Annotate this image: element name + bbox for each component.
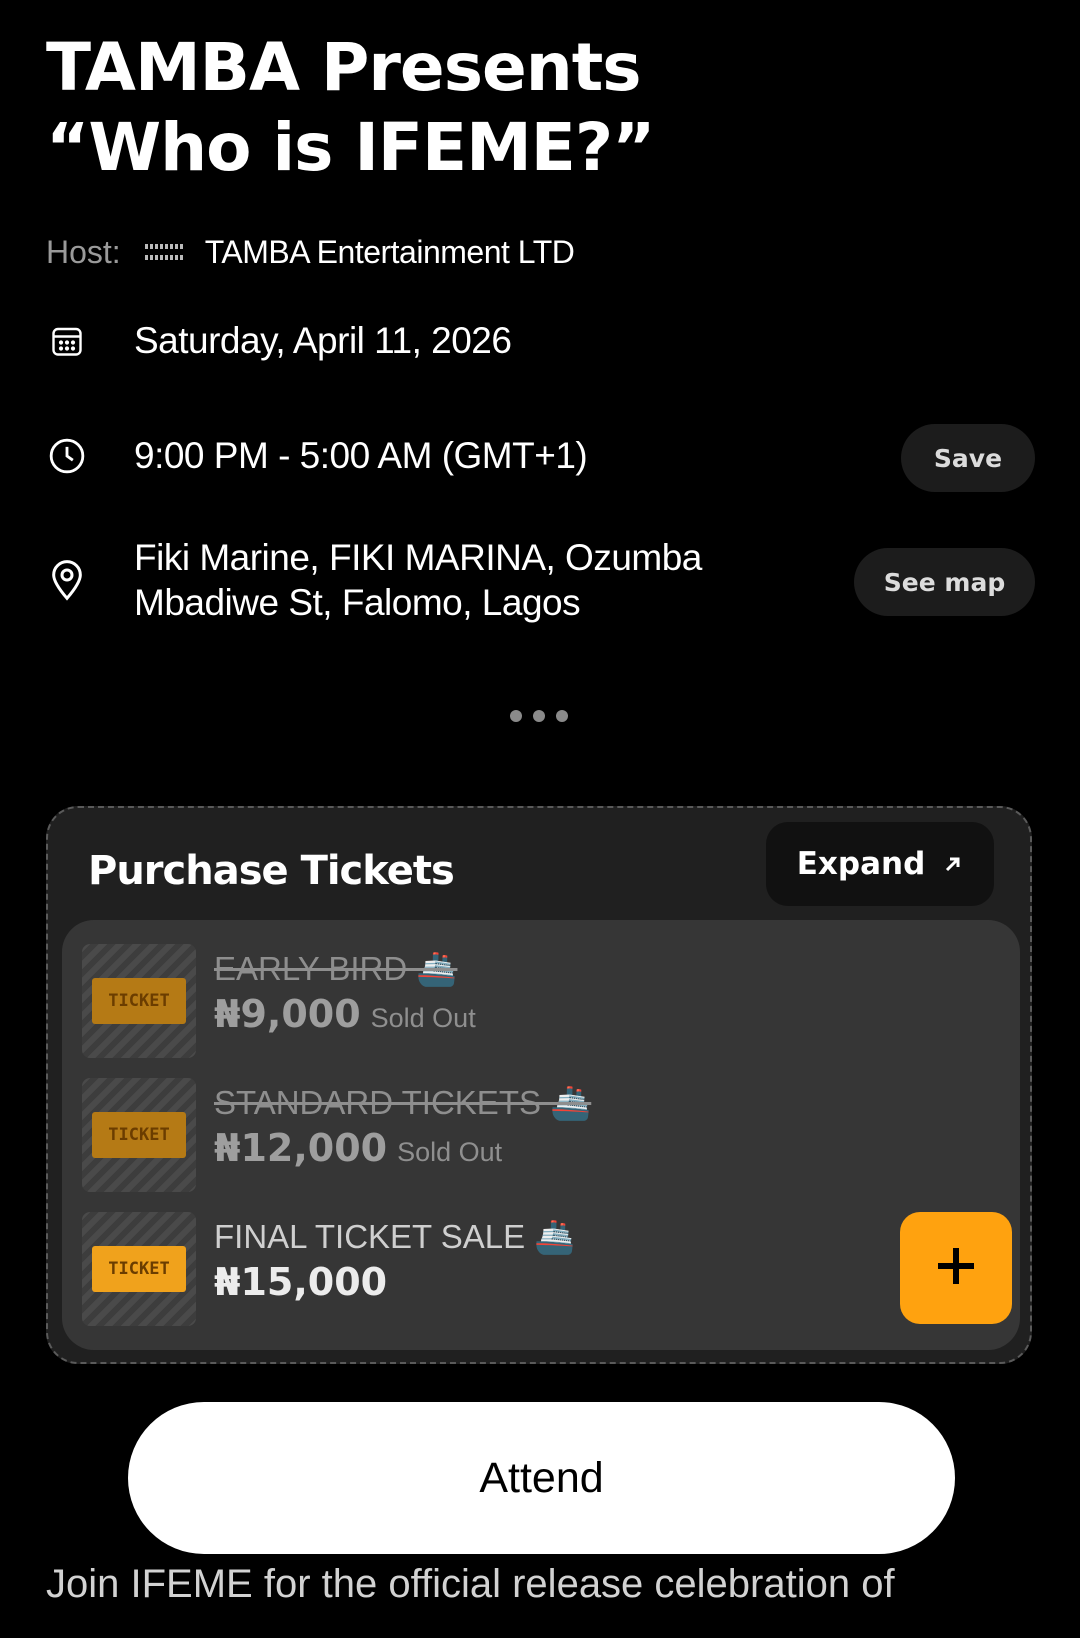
location-row: Fiki Marine, FIKI MARINA, Ozumba Mbadiwe…: [46, 534, 702, 626]
purchase-tickets-card: Purchase Tickets Expand TICKET EARLY BIR…: [46, 806, 1032, 1364]
ticket-status: Sold Out: [397, 1137, 503, 1167]
location-line-2: Mbadiwe St, Falomo, Lagos: [134, 582, 581, 623]
ticket-thumbnail: TICKET: [82, 1212, 196, 1326]
ticket-price: ₦15,000: [214, 1260, 388, 1304]
ticket-name: STANDARD TICKETS 🚢: [214, 1084, 592, 1121]
ticket-price-row: ₦12,000 Sold Out: [214, 1126, 502, 1170]
event-date: Saturday, April 11, 2026: [134, 320, 512, 361]
location-line-1: Fiki Marine, FIKI MARINA, Ozumba: [134, 537, 702, 578]
host-name[interactable]: TAMBA Entertainment LTD: [205, 234, 575, 271]
add-ticket-button[interactable]: [900, 1212, 1012, 1324]
expand-button[interactable]: Expand: [766, 822, 994, 906]
host-label: Host:: [46, 233, 121, 270]
ticket-name: FINAL TICKET SALE 🚢: [214, 1218, 576, 1255]
clock-icon: [46, 435, 88, 477]
ticket-thumbnail: TICKET: [82, 1078, 196, 1192]
host-logo[interactable]: [144, 244, 183, 260]
ticket-name: EARLY BIRD 🚢: [214, 950, 458, 987]
ticket-item-final-sale: TICKET FINAL TICKET SALE 🚢 ₦15,000: [82, 1212, 1012, 1326]
ticket-status: Sold Out: [370, 1003, 476, 1033]
event-description: Join IFEME for the official release cele…: [46, 1562, 895, 1606]
event-title: TAMBA Presents “Who is IFEME?”: [46, 28, 946, 188]
ticket-thumbnail: TICKET: [82, 944, 196, 1058]
plus-icon: [936, 1246, 976, 1291]
purchase-tickets-heading: Purchase Tickets: [88, 848, 455, 894]
ticket-thumbnail-label: TICKET: [92, 1112, 186, 1158]
save-button[interactable]: Save: [901, 424, 1035, 492]
event-title-line-2: “Who is IFEME?”: [46, 109, 656, 186]
attend-button[interactable]: Attend: [128, 1402, 955, 1554]
more-dots-icon[interactable]: [510, 710, 568, 722]
event-location: Fiki Marine, FIKI MARINA, Ozumba Mbadiwe…: [134, 535, 702, 625]
arrow-up-right-icon: [943, 846, 963, 882]
ticket-price-row: ₦15,000: [214, 1260, 387, 1304]
event-title-line-1: TAMBA Presents: [46, 29, 642, 106]
see-map-button[interactable]: See map: [854, 548, 1035, 616]
location-pin-icon: [46, 559, 88, 601]
ticket-thumbnail-label: TICKET: [92, 1246, 186, 1292]
expand-label: Expand: [796, 846, 926, 882]
ticket-price-row: ₦9,000 Sold Out: [214, 992, 476, 1036]
calendar-icon: [46, 320, 88, 362]
host-row: Host: TAMBA Entertainment LTD: [46, 230, 575, 274]
ticket-thumbnail-label: TICKET: [92, 978, 186, 1024]
ticket-price: ₦9,000: [214, 992, 361, 1036]
ticket-list: TICKET EARLY BIRD 🚢 ₦9,000 Sold Out TICKE…: [62, 920, 1020, 1350]
ticket-price: ₦12,000: [214, 1126, 388, 1170]
date-row: Saturday, April 11, 2026: [46, 316, 512, 366]
ticket-item-early-bird: TICKET EARLY BIRD 🚢 ₦9,000 Sold Out: [82, 944, 992, 1058]
ticket-item-standard: TICKET STANDARD TICKETS 🚢 ₦12,000 Sold Ou…: [82, 1078, 992, 1192]
event-time: 9:00 PM - 5:00 AM (GMT+1): [134, 435, 588, 476]
time-row: 9:00 PM - 5:00 AM (GMT+1): [46, 428, 588, 484]
